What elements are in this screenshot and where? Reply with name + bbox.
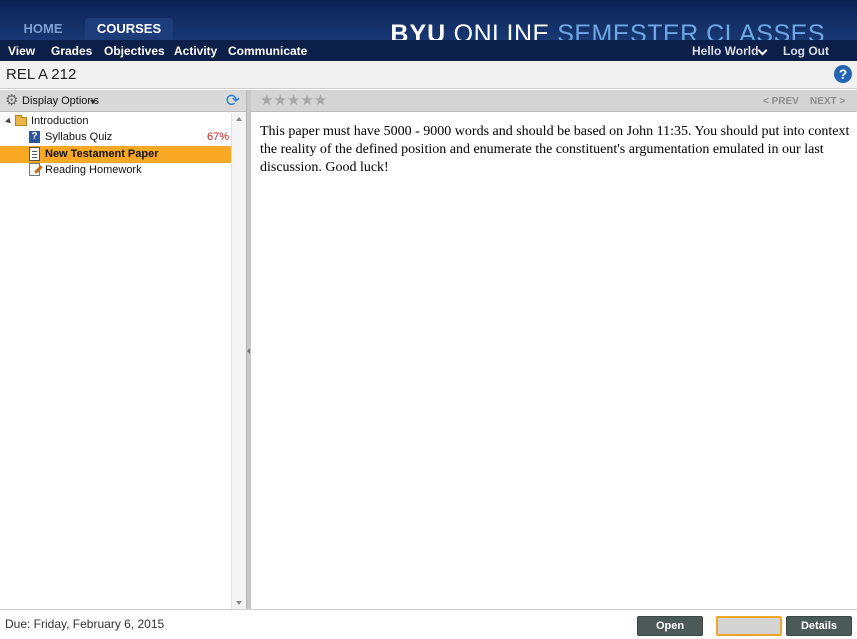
footer-bar: Due: Friday, February 6, 2015 Open Detai… bbox=[0, 609, 857, 639]
rating-stars[interactable]: ★★★★★ bbox=[260, 92, 327, 110]
nav-activity[interactable]: Activity bbox=[174, 40, 217, 62]
assignment-description: This paper must have 5000 - 9000 words a… bbox=[260, 124, 850, 175]
viewer-toolbar: ★★★★★ < PREV NEXT > bbox=[251, 90, 857, 112]
document-icon bbox=[29, 147, 40, 161]
caret-down-icon[interactable] bbox=[90, 100, 96, 104]
display-options-button[interactable]: Display Options bbox=[22, 95, 99, 107]
gear-icon[interactable]: ⚙ bbox=[5, 93, 18, 108]
due-date: Due: Friday, February 6, 2015 bbox=[5, 617, 165, 631]
top-banner: HOME COURSES BYU ONLINE SEMESTER CLASSES bbox=[0, 0, 857, 48]
collapse-arrow-icon[interactable] bbox=[247, 348, 250, 354]
expand-triangle-icon[interactable] bbox=[5, 117, 13, 126]
blank-button[interactable] bbox=[716, 616, 782, 636]
user-menu[interactable]: Hello World bbox=[692, 40, 758, 62]
content-viewer: ★★★★★ < PREV NEXT > This paper must have… bbox=[251, 90, 857, 609]
prev-button[interactable]: < PREV bbox=[763, 96, 799, 107]
open-button[interactable]: Open bbox=[637, 616, 703, 636]
tree-scrollbar[interactable] bbox=[231, 113, 246, 609]
help-icon[interactable]: ? bbox=[834, 65, 852, 83]
nav-grades[interactable]: Grades bbox=[51, 40, 92, 62]
refresh-icon[interactable]: ⟳ bbox=[226, 91, 240, 111]
reading-icon bbox=[29, 163, 40, 176]
tree-item-label: New Testament Paper bbox=[45, 148, 159, 160]
logout-link[interactable]: Log Out bbox=[783, 40, 829, 62]
scroll-down-icon[interactable] bbox=[236, 601, 242, 605]
details-button[interactable]: Details bbox=[786, 616, 852, 636]
nav-view[interactable]: View bbox=[8, 40, 35, 62]
tree-item-new-testament-paper[interactable]: New Testament Paper bbox=[0, 146, 231, 163]
scroll-up-icon[interactable] bbox=[236, 117, 242, 121]
tree-item-label: Reading Homework bbox=[45, 164, 142, 176]
tab-courses[interactable]: COURSES bbox=[85, 18, 173, 40]
score-badge: 67% bbox=[206, 131, 229, 143]
tree-item-label: Syllabus Quiz bbox=[45, 131, 113, 143]
quiz-icon: ? bbox=[29, 131, 40, 143]
next-button[interactable]: NEXT > bbox=[810, 96, 845, 107]
chevron-down-icon[interactable] bbox=[757, 45, 768, 56]
content-tree-panel: ⚙ Display Options ⟳ Introduction ? Sylla… bbox=[0, 90, 246, 609]
nav-communicate[interactable]: Communicate bbox=[228, 40, 307, 62]
tree-toolbar: ⚙ Display Options ⟳ bbox=[0, 90, 246, 112]
course-title: REL A 212 bbox=[6, 66, 77, 83]
tree-item-reading-homework[interactable]: Reading Homework bbox=[0, 162, 231, 179]
nav-bar: View Grades Objectives Activity Communic… bbox=[0, 40, 857, 61]
tree-item-label: Introduction bbox=[31, 115, 89, 127]
tree-item-syllabus-quiz[interactable]: ? Syllabus Quiz 67% bbox=[0, 129, 231, 146]
nav-objectives[interactable]: Objectives bbox=[104, 40, 165, 62]
course-title-bar: REL A 212 ? bbox=[0, 61, 857, 89]
tab-home[interactable]: HOME bbox=[12, 18, 74, 40]
tree-item-introduction[interactable]: Introduction bbox=[0, 113, 231, 130]
folder-icon bbox=[15, 115, 27, 126]
